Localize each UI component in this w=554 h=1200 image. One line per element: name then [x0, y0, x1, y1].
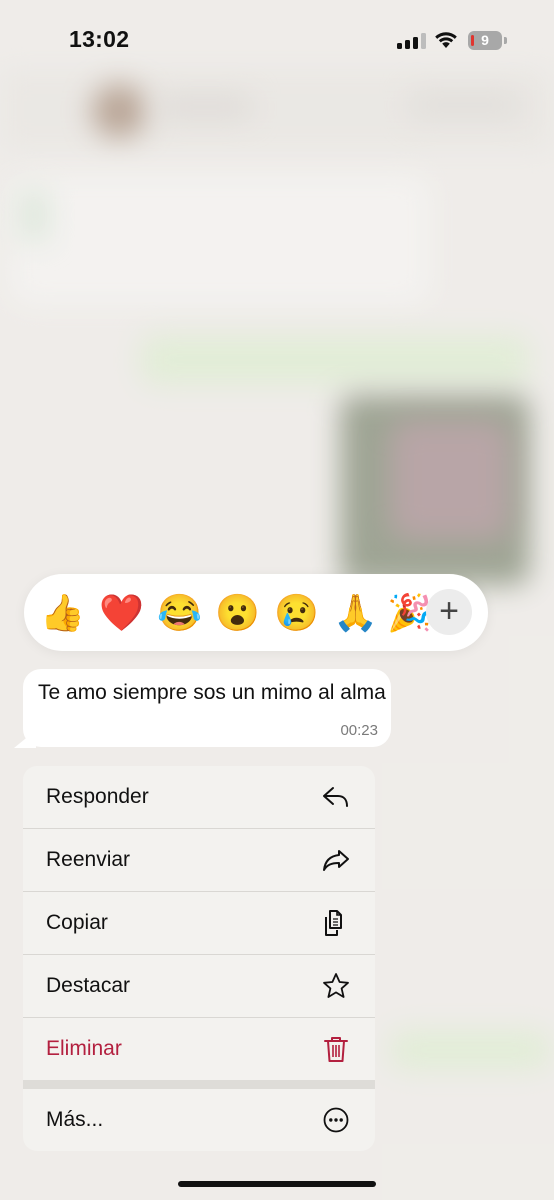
trash-icon	[324, 1037, 348, 1062]
menu-item-more[interactable]: Más...	[23, 1089, 375, 1151]
message-timestamp: 00:23	[340, 722, 378, 739]
battery-level: 9	[481, 32, 489, 48]
menu-item-delete[interactable]: Eliminar	[23, 1018, 375, 1080]
menu-item-delete-label: Eliminar	[46, 1037, 122, 1060]
menu-item-copy[interactable]: Copiar	[23, 892, 375, 954]
reply-icon	[323, 787, 348, 807]
star-icon	[323, 973, 349, 998]
status-bar: 13:02 9	[0, 0, 554, 80]
menu-item-forward[interactable]: Reenviar	[23, 829, 375, 891]
battery-icon: 9	[468, 31, 502, 50]
wifi-icon	[435, 32, 457, 48]
status-time: 13:02	[69, 26, 130, 52]
menu-item-star[interactable]: Destacar	[23, 955, 375, 1017]
selected-message-bubble[interactable]: Te amo siempre sos un mimo al alma 00:23	[23, 669, 391, 747]
menu-item-star-label: Destacar	[46, 974, 131, 997]
menu-item-reply[interactable]: Responder	[23, 766, 375, 828]
message-text: Te amo siempre sos un mimo al alma	[38, 681, 386, 704]
reaction-heart[interactable]: ❤️	[99, 591, 144, 635]
cellular-signal-icon	[397, 33, 426, 49]
menu-item-more-label: Más...	[46, 1108, 104, 1131]
message-context-menu: Responder Reenviar Copiar Destacar Elimi…	[23, 766, 375, 1151]
battery-cap	[504, 37, 507, 44]
reaction-surprised[interactable]: 😮	[215, 591, 260, 635]
reaction-bar: 👍 ❤️ 😂 😮 😢 🙏 🎉 +	[24, 574, 488, 651]
menu-item-reply-label: Responder	[46, 785, 149, 808]
menu-item-forward-label: Reenviar	[46, 848, 131, 871]
reaction-laughing[interactable]: 😂	[157, 591, 202, 635]
reaction-party-popper[interactable]: 🎉	[387, 591, 432, 635]
reaction-praying-hands[interactable]: 🙏	[333, 591, 378, 635]
home-indicator[interactable]	[178, 1181, 376, 1187]
forward-icon	[323, 850, 349, 871]
reaction-thumbs-up[interactable]: 👍	[40, 591, 85, 635]
menu-item-copy-label: Copiar	[46, 911, 108, 934]
more-reactions-button[interactable]: +	[426, 589, 472, 635]
copy-icon	[325, 910, 342, 936]
reaction-crying[interactable]: 😢	[274, 591, 319, 635]
menu-group-separator	[23, 1080, 375, 1089]
more-options-icon	[323, 1107, 349, 1133]
